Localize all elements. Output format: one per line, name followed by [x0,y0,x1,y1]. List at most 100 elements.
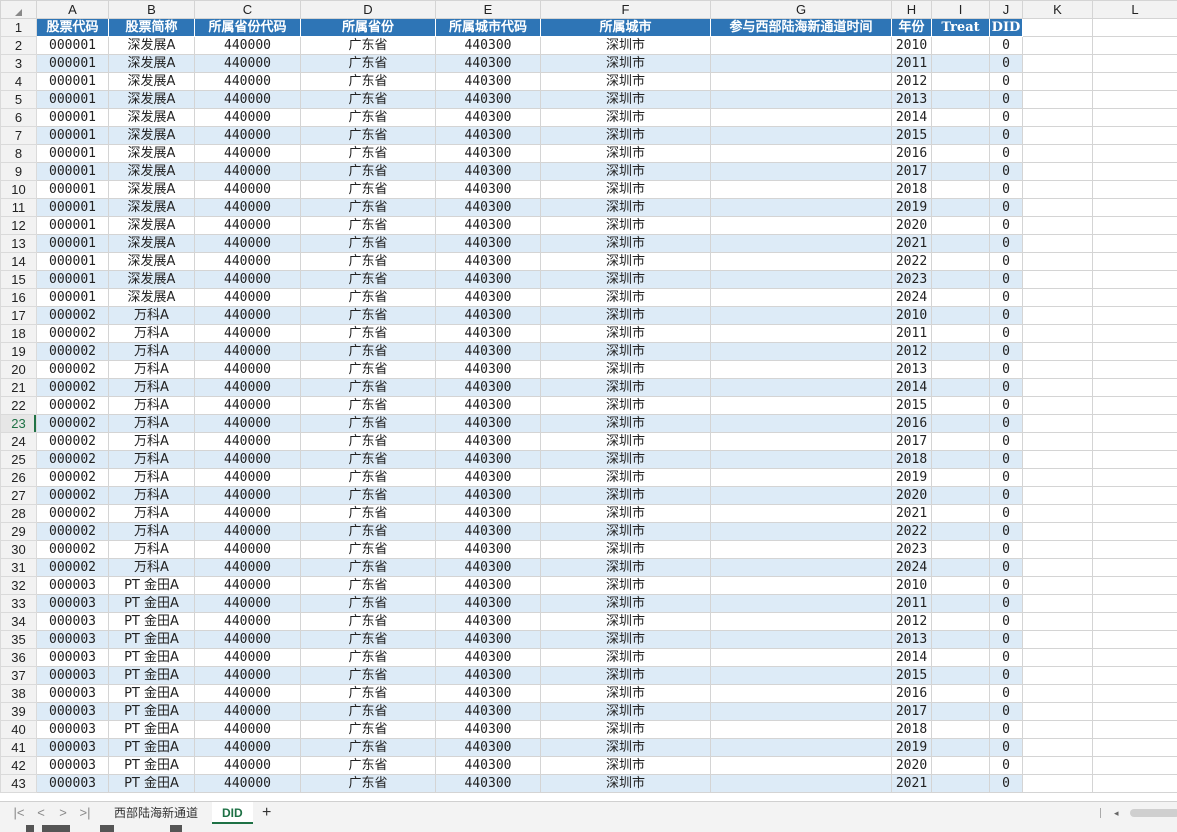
data-cell[interactable]: 广东省 [300,558,436,577]
data-cell[interactable]: 2018 [891,720,932,739]
data-cell[interactable]: 深圳市 [540,594,711,613]
row-header[interactable]: 13 [0,234,37,253]
data-cell[interactable]: 0 [989,54,1023,73]
data-cell[interactable]: 000002 [36,558,109,577]
data-cell[interactable]: 广东省 [300,198,436,217]
data-cell[interactable]: 000001 [36,72,109,91]
data-cell[interactable]: 深发展A [108,198,195,217]
empty-cell[interactable] [1022,306,1093,325]
data-cell[interactable]: 440000 [194,648,301,667]
row-header[interactable]: 27 [0,486,37,505]
data-cell[interactable]: 0 [989,756,1023,775]
row-header[interactable]: 28 [0,504,37,523]
last-sheet-button[interactable]: >| [78,805,92,821]
data-cell[interactable] [931,396,990,415]
data-cell[interactable]: 深圳市 [540,198,711,217]
data-cell[interactable]: 0 [989,486,1023,505]
data-cell[interactable]: 0 [989,666,1023,685]
data-cell[interactable] [931,630,990,649]
row-header[interactable]: 43 [0,774,37,793]
empty-cell[interactable] [1022,468,1093,487]
data-cell[interactable]: 广东省 [300,702,436,721]
empty-cell[interactable] [1022,198,1093,217]
data-cell[interactable]: 深圳市 [540,504,711,523]
data-cell[interactable]: 广东省 [300,612,436,631]
data-cell[interactable]: 深发展A [108,234,195,253]
data-cell[interactable]: 000002 [36,378,109,397]
empty-cell[interactable] [1022,324,1093,343]
data-cell[interactable]: 深圳市 [540,288,711,307]
header-cell[interactable]: 所属城市 [540,18,711,37]
data-cell[interactable]: 2017 [891,162,932,181]
empty-cell[interactable] [1022,162,1093,181]
data-cell[interactable] [710,468,892,487]
empty-cell[interactable] [1092,432,1177,451]
data-cell[interactable]: 2018 [891,180,932,199]
data-cell[interactable]: 440300 [435,774,541,793]
spreadsheet-grid[interactable]: ABCDEFGHIJKL 1 股票代码 股票简称 所属省份代码 所属省份 所属城市代码 所属… [0,0,1177,801]
data-cell[interactable] [710,576,892,595]
data-cell[interactable]: 000001 [36,36,109,55]
data-cell[interactable]: 440000 [194,108,301,127]
data-cell[interactable]: 440000 [194,486,301,505]
data-cell[interactable]: 440000 [194,612,301,631]
row-header[interactable]: 21 [0,378,37,397]
data-cell[interactable]: PT 金田A [108,756,195,775]
data-cell[interactable]: 2010 [891,576,932,595]
data-cell[interactable] [931,414,990,433]
data-cell[interactable]: 440000 [194,180,301,199]
empty-cell[interactable] [1092,630,1177,649]
empty-cell[interactable] [1092,216,1177,235]
data-cell[interactable]: 0 [989,126,1023,145]
data-cell[interactable] [710,342,892,361]
data-cell[interactable]: 万科A [108,540,195,559]
data-cell[interactable]: 深圳市 [540,216,711,235]
data-cell[interactable]: 0 [989,396,1023,415]
data-cell[interactable]: 0 [989,90,1023,109]
row-header[interactable]: 3 [0,54,37,73]
data-cell[interactable]: 000002 [36,342,109,361]
data-cell[interactable] [710,234,892,253]
data-cell[interactable]: 000002 [36,432,109,451]
empty-cell[interactable] [1092,702,1177,721]
data-cell[interactable]: 广东省 [300,450,436,469]
header-cell[interactable]: 股票简称 [108,18,195,37]
data-cell[interactable]: 440300 [435,666,541,685]
empty-cell[interactable] [1022,90,1093,109]
empty-cell[interactable] [1022,594,1093,613]
data-cell[interactable]: 广东省 [300,108,436,127]
empty-cell[interactable] [1022,684,1093,703]
data-cell[interactable]: 000001 [36,216,109,235]
empty-cell[interactable] [1022,288,1093,307]
data-cell[interactable]: 0 [989,72,1023,91]
column-header[interactable]: D [300,0,436,19]
data-cell[interactable]: 440300 [435,414,541,433]
empty-cell[interactable] [1092,756,1177,775]
data-cell[interactable]: 广东省 [300,54,436,73]
data-cell[interactable]: 深圳市 [540,144,711,163]
data-cell[interactable]: 深圳市 [540,720,711,739]
empty-cell[interactable] [1022,396,1093,415]
data-cell[interactable]: 0 [989,198,1023,217]
data-cell[interactable]: 0 [989,450,1023,469]
empty-cell[interactable] [1022,666,1093,685]
first-sheet-button[interactable]: |< [12,805,26,821]
data-cell[interactable]: 深圳市 [540,414,711,433]
data-cell[interactable]: 广东省 [300,270,436,289]
data-cell[interactable]: 440000 [194,288,301,307]
data-cell[interactable]: 000001 [36,252,109,271]
data-cell[interactable]: 2014 [891,648,932,667]
data-cell[interactable]: 万科A [108,468,195,487]
row-header[interactable]: 10 [0,180,37,199]
data-cell[interactable]: 000003 [36,702,109,721]
data-cell[interactable]: 440300 [435,270,541,289]
data-cell[interactable]: 广东省 [300,540,436,559]
data-cell[interactable]: 000003 [36,576,109,595]
data-cell[interactable]: 深圳市 [540,522,711,541]
data-cell[interactable]: 深圳市 [540,666,711,685]
data-cell[interactable] [710,36,892,55]
data-cell[interactable]: 2011 [891,594,932,613]
data-cell[interactable]: 000003 [36,666,109,685]
data-cell[interactable] [931,558,990,577]
data-cell[interactable]: 2016 [891,684,932,703]
